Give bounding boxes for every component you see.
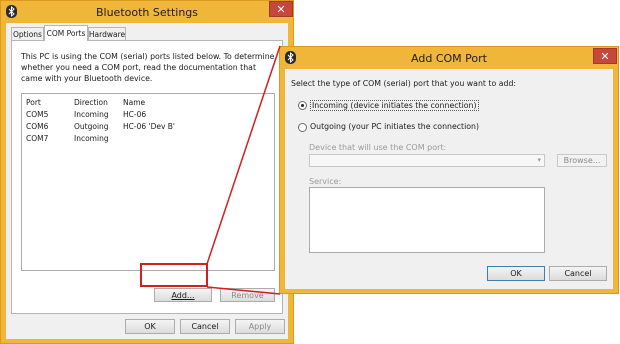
dialog-client-area: Select the type of COM (serial) port tha… xyxy=(285,69,613,289)
window-title: Bluetooth Settings xyxy=(95,5,198,19)
service-field[interactable] xyxy=(309,187,545,253)
tab-options[interactable]: Options xyxy=(11,27,44,40)
cancel-button[interactable]: Cancel xyxy=(180,319,230,334)
device-select[interactable]: ▾ xyxy=(309,154,545,167)
cell-name: HC-06 'Dev B' xyxy=(123,122,175,131)
close-button[interactable]: ✕ xyxy=(593,48,617,64)
close-icon: ✕ xyxy=(276,2,286,16)
title-bar[interactable]: Add COM Port ✕ xyxy=(280,47,618,69)
remove-button-label: Remove xyxy=(231,290,264,300)
chevron-down-icon: ▾ xyxy=(537,156,541,164)
dialog-title: Add COM Port xyxy=(411,51,487,65)
cell-direction: Incoming xyxy=(74,110,109,119)
dialog-ok-label: OK xyxy=(510,269,522,278)
incoming-radio-label[interactable]: Incoming (device initiates the connectio… xyxy=(310,100,479,111)
table-row[interactable]: COM7 Incoming xyxy=(22,134,274,144)
bluetooth-icon xyxy=(6,5,17,18)
close-button[interactable]: ✕ xyxy=(269,1,293,17)
column-header-port[interactable]: Port xyxy=(26,98,41,107)
add-button[interactable]: Add... xyxy=(154,288,212,302)
device-label: Device that will use the COM port: xyxy=(309,143,447,152)
incoming-radio[interactable] xyxy=(298,101,307,110)
remove-button[interactable]: Remove xyxy=(220,288,275,302)
cell-name: HC-06 xyxy=(123,110,147,119)
apply-button-label: Apply xyxy=(248,322,272,331)
outgoing-radio[interactable] xyxy=(298,123,307,132)
cell-direction: Outgoing xyxy=(74,122,109,131)
add-button-label: Add... xyxy=(171,290,195,300)
settings-client-area: Options COM Ports Hardware This PC is us… xyxy=(6,23,288,339)
outgoing-radio-label[interactable]: Outgoing (your PC initiates the connecti… xyxy=(310,122,479,131)
apply-button[interactable]: Apply xyxy=(235,319,285,334)
close-icon: ✕ xyxy=(600,49,610,63)
add-com-port-window: Add COM Port ✕ Select the type of COM (s… xyxy=(279,46,619,294)
tab-label: Options xyxy=(13,29,42,39)
tab-label: Hardware xyxy=(88,29,126,39)
cell-port: COM6 xyxy=(26,122,49,131)
column-header-name[interactable]: Name xyxy=(123,98,145,107)
cell-port: COM5 xyxy=(26,110,49,119)
com-port-list[interactable]: Port Direction Name COM5 Incoming HC-06 … xyxy=(21,93,275,271)
browse-button[interactable]: Browse... xyxy=(557,154,607,167)
bluetooth-icon xyxy=(285,51,296,64)
column-header-direction[interactable]: Direction xyxy=(74,98,108,107)
description-text: This PC is using the COM (serial) ports … xyxy=(21,52,275,83)
tab-hardware[interactable]: Hardware xyxy=(88,27,126,40)
tab-com-ports[interactable]: COM Ports xyxy=(44,25,88,41)
dialog-cancel-button[interactable]: Cancel xyxy=(549,266,607,281)
prompt-text: Select the type of COM (serial) port tha… xyxy=(291,79,517,88)
ok-button-label: OK xyxy=(144,322,156,331)
dialog-ok-button[interactable]: OK xyxy=(487,266,545,281)
table-row[interactable]: COM6 Outgoing HC-06 'Dev B' xyxy=(22,122,274,132)
highlight-box xyxy=(140,263,208,287)
dialog-cancel-label: Cancel xyxy=(564,269,592,278)
cell-direction: Incoming xyxy=(74,134,109,143)
service-label: Service: xyxy=(309,177,342,186)
browse-button-label: Browse... xyxy=(563,156,601,165)
title-bar[interactable]: Bluetooth Settings ✕ xyxy=(1,1,293,23)
ok-button[interactable]: OK xyxy=(125,319,175,334)
bluetooth-settings-window: Bluetooth Settings ✕ Options COM Ports H… xyxy=(0,0,294,344)
cell-port: COM7 xyxy=(26,134,49,143)
tab-label: COM Ports xyxy=(46,29,86,38)
cancel-button-label: Cancel xyxy=(191,322,219,331)
table-row[interactable]: COM5 Incoming HC-06 xyxy=(22,110,274,120)
